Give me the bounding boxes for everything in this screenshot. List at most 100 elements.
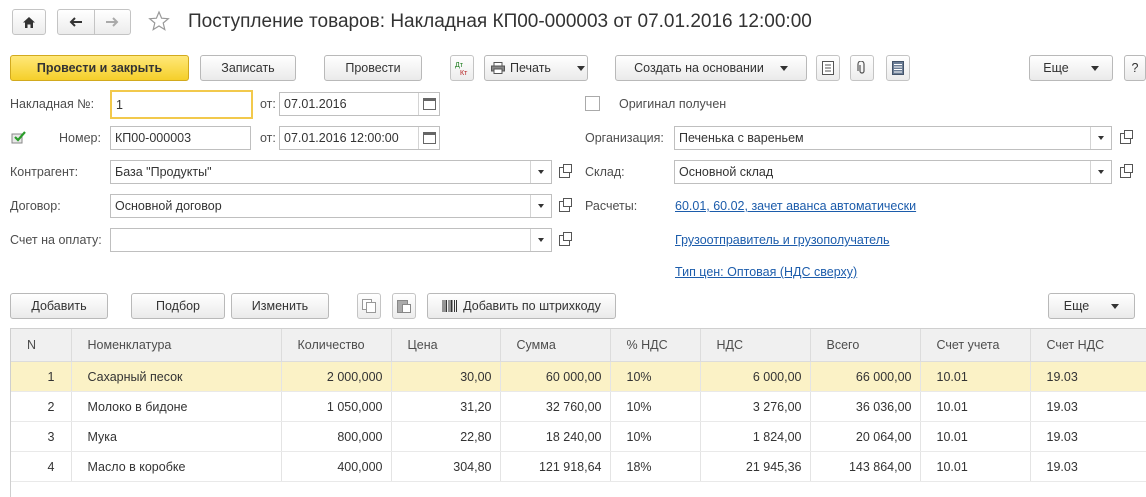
dt-kt-icon: ДтКт [455, 62, 468, 76]
create-based-on-button[interactable]: Создать на основании [615, 55, 807, 81]
chevron-down-icon [1098, 136, 1104, 140]
doc-number-field[interactable]: КП00-000003 [110, 126, 251, 150]
cell-qty: 1 050,000 [281, 391, 392, 422]
payment-invoice-select[interactable] [110, 228, 552, 252]
svg-text:Дт: Дт [455, 62, 464, 69]
payment-invoice-label: Счет на оплату: [10, 233, 102, 247]
contractor-label: Контрагент: [10, 165, 79, 179]
invoice-date-input[interactable]: 07.01.2016 [279, 92, 440, 116]
column-header[interactable]: Сумма [500, 329, 611, 362]
more-button[interactable]: Еще [1029, 55, 1113, 81]
add-by-barcode-label: Добавить по штрихкоду [463, 299, 601, 313]
dropdown-button[interactable] [530, 195, 551, 217]
list-button[interactable] [886, 55, 910, 81]
settlements-link[interactable]: 60.01, 60.02, зачет аванса автоматически [675, 199, 916, 213]
calendar-button[interactable] [418, 127, 439, 149]
dropdown-button[interactable] [1090, 161, 1111, 183]
column-header[interactable]: Счет НДС [1030, 329, 1146, 362]
warehouse-label: Склад: [585, 165, 625, 179]
column-header[interactable]: % НДС [610, 329, 701, 362]
invoice-number-input[interactable]: 1 [110, 90, 253, 119]
paste-button[interactable] [392, 293, 416, 319]
column-header[interactable]: Номенклатура [71, 329, 282, 362]
column-header[interactable]: Цена [391, 329, 501, 362]
post-and-close-button[interactable]: Провести и закрыть [10, 55, 189, 81]
add-row-button[interactable]: Добавить [10, 293, 108, 319]
print-button[interactable]: Печать [484, 55, 588, 81]
cell-total: 143 864,00 [810, 451, 921, 482]
doc-date-from-label: от: [260, 131, 276, 145]
calendar-button[interactable] [418, 93, 439, 115]
cell-vat: 3 276,00 [700, 391, 811, 422]
shipper-consignee-link[interactable]: Грузоотправитель и грузополучатель [675, 233, 890, 247]
cell-item: Молоко в бидоне [71, 391, 282, 422]
price-type-link[interactable]: Тип цен: Оптовая (НДС сверху) [675, 265, 857, 279]
dropdown-button[interactable] [530, 161, 551, 183]
attach-button[interactable] [850, 55, 874, 81]
document-button[interactable] [816, 55, 840, 81]
favorite-star-icon[interactable] [148, 10, 172, 34]
doc-datetime-input[interactable]: 07.01.2016 12:00:00 [279, 126, 440, 150]
dt-kt-button[interactable]: Дт Кт [450, 55, 474, 81]
chevron-down-icon [538, 238, 544, 242]
open-contractor-button[interactable] [553, 160, 575, 184]
open-icon [1119, 129, 1133, 144]
table-more-button[interactable]: Еще [1048, 293, 1135, 319]
cell-account: 10.01 [920, 361, 1031, 392]
cell-n: 3 [11, 421, 72, 452]
open-payment-invoice-button[interactable] [553, 228, 575, 252]
edit-button[interactable]: Изменить [231, 293, 329, 319]
cell-price: 304,80 [391, 451, 501, 482]
contractor-select[interactable]: База "Продукты" [110, 160, 552, 184]
organization-select[interactable]: Печенька с вареньем [674, 126, 1112, 150]
more-label: Еще [1043, 61, 1069, 75]
table-row[interactable]: 2 Молоко в бидоне 1 050,000 31,20 32 760… [11, 391, 1146, 422]
open-organization-button[interactable] [1114, 126, 1136, 150]
open-icon [558, 163, 572, 178]
cell-vat: 1 824,00 [700, 421, 811, 452]
document-icon [822, 61, 834, 75]
paste-icon [397, 300, 411, 313]
cell-qty: 800,000 [281, 421, 392, 452]
page-title: Поступление товаров: Накладная КП00-0000… [188, 11, 812, 32]
copy-row-button[interactable] [357, 293, 381, 319]
column-header[interactable]: Счет учета [920, 329, 1031, 362]
dropdown-button[interactable] [530, 229, 551, 251]
open-icon [558, 231, 572, 246]
table-row[interactable]: 3 Мука 800,000 22,80 18 240,00 10% 1 824… [11, 421, 1146, 452]
warehouse-value: Основной склад [679, 165, 774, 179]
cell-sum: 32 760,00 [500, 391, 611, 422]
list-icon [892, 61, 904, 75]
chevron-down-icon [538, 170, 544, 174]
cell-vat-rate: 10% [610, 421, 701, 452]
original-received-checkbox[interactable] [585, 96, 600, 111]
table-row[interactable]: 4 Масло в коробке 400,000 304,80 121 918… [11, 451, 1146, 482]
forward-button[interactable] [95, 10, 131, 34]
svg-text:Кт: Кт [460, 70, 468, 76]
help-button[interactable]: ? [1124, 55, 1146, 81]
column-header[interactable]: НДС [700, 329, 811, 362]
cell-vat: 21 945,36 [700, 451, 811, 482]
warehouse-select[interactable]: Основной склад [674, 160, 1112, 184]
column-header[interactable]: N [11, 329, 72, 362]
table-row[interactable]: 1 Сахарный песок 2 000,000 30,00 60 000,… [11, 361, 1146, 392]
column-header[interactable]: Всего [810, 329, 921, 362]
save-button[interactable]: Записать [200, 55, 296, 81]
cell-account: 10.01 [920, 451, 1031, 482]
pick-button[interactable]: Подбор [131, 293, 225, 319]
add-by-barcode-button[interactable]: Добавить по штрихкоду [427, 293, 616, 319]
cell-price: 22,80 [391, 421, 501, 452]
contract-select[interactable]: Основной договор [110, 194, 552, 218]
cell-price: 30,00 [391, 361, 501, 392]
invoice-number-label: Накладная №: [10, 97, 95, 111]
back-button[interactable] [58, 10, 95, 34]
post-button[interactable]: Провести [324, 55, 422, 81]
invoice-date-value: 07.01.2016 [284, 97, 347, 111]
column-header[interactable]: Количество [281, 329, 392, 362]
home-button[interactable] [12, 9, 46, 35]
open-warehouse-button[interactable] [1114, 160, 1136, 184]
dropdown-button[interactable] [1090, 127, 1111, 149]
doc-datetime-value: 07.01.2016 12:00:00 [284, 131, 399, 145]
open-contract-button[interactable] [553, 194, 575, 218]
print-label: Печать [510, 61, 551, 75]
